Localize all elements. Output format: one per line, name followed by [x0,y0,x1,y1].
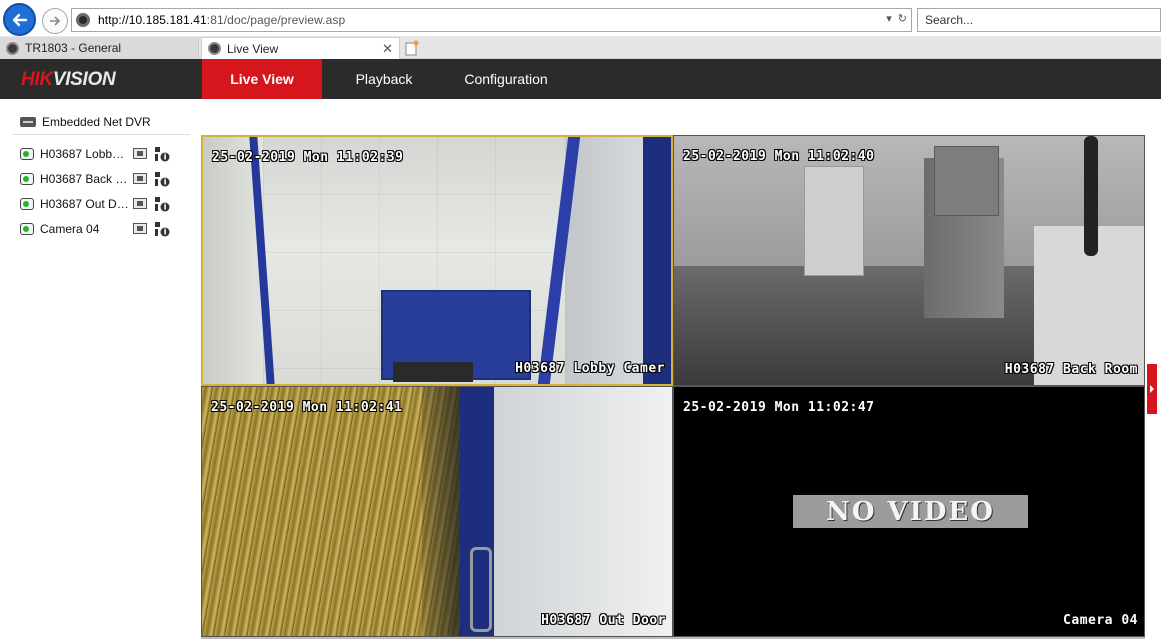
grid-bottom-divider [201,637,1145,639]
panel-toggle-handle[interactable] [1147,364,1157,414]
stream-info-icon[interactable] [154,196,170,212]
record-icon[interactable] [133,223,147,234]
camera-icon [20,147,34,160]
search-input[interactable]: Search... [917,8,1161,32]
video-tile-back-room[interactable]: 25-02-2019 Mon 11:02:40 H03687 Back Room [673,135,1145,386]
camera-icon [20,172,34,185]
live-view-grid: 25-02-2019 Mon 11:02:39 H03687 Lobby Cam… [201,135,1145,637]
close-icon[interactable]: ✕ [382,41,393,57]
new-tab-button[interactable] [402,38,422,58]
browser-tab-bar: TR1803 - General Live View ✕ [0,36,1161,59]
back-button[interactable] [3,3,36,36]
camera-label: H03687 Out Door [40,196,130,211]
tab-live-view[interactable]: Live View ✕ [201,37,400,59]
new-tab-icon [405,40,419,56]
video-tile-out-door[interactable]: 25-02-2019 Mon 11:02:41 H03687 Out Door [201,386,673,637]
site-favicon-icon [76,13,90,27]
camera-label: Camera 04 [40,221,100,236]
record-icon[interactable] [133,198,147,209]
browser-address-bar: http://10.185.181.41:81/doc/page/preview… [0,0,1161,36]
hikvision-logo: HIKVISION [21,69,116,90]
refresh-icon[interactable]: ↻ [898,12,907,25]
app-header: HIKVISION Live View Playback Configurati… [0,59,1161,99]
back-room-camera-feed [674,136,1144,385]
video-tile-lobby[interactable]: 25-02-2019 Mon 11:02:39 H03687 Lobby Cam… [201,135,673,386]
tab-label: Live View [227,41,279,56]
nav-configuration[interactable]: Configuration [452,59,560,99]
url-input[interactable]: http://10.185.181.41:81/doc/page/preview… [71,8,912,32]
video-timestamp: 25-02-2019 Mon 11:02:40 [683,149,875,164]
video-camera-name: Camera 04 [1063,613,1138,628]
video-camera-name: H03687 Back Room [1004,362,1138,377]
arrow-right-icon [50,16,61,26]
video-timestamp: 25-02-2019 Mon 11:02:39 [212,150,404,165]
tab-label: TR1803 - General [25,41,122,55]
url-host: http://10.185.181.41 [98,13,207,27]
device-node[interactable]: Embedded Net DVR [12,109,190,135]
nav-live-view[interactable]: Live View [202,59,322,99]
stream-info-icon[interactable] [154,221,170,237]
stream-info-icon[interactable] [154,146,170,162]
search-placeholder: Search... [925,13,974,27]
camera-label: H03687 Back Room [40,171,130,186]
camera-sidebar: Embedded Net DVR H03687 Lobby Camera H03… [0,99,200,644]
camera-list: H03687 Lobby Camera H03687 Back Room H03… [20,141,180,241]
record-icon[interactable] [133,173,147,184]
dropdown-icon[interactable]: ▾ [886,12,892,25]
arrow-left-icon [12,13,27,26]
out-door-camera-feed [202,387,672,636]
forward-button[interactable] [42,8,68,34]
lobby-camera-feed [203,137,671,384]
video-timestamp: 25-02-2019 Mon 11:02:41 [211,400,403,415]
camera-item[interactable]: Camera 04 [20,216,180,241]
dvr-icon [20,116,36,127]
device-label: Embedded Net DVR [42,114,151,129]
tab-general[interactable]: TR1803 - General [0,37,199,59]
camera-icon [20,222,34,235]
camera-label: H03687 Lobby Camera [40,146,130,161]
camera-item[interactable]: H03687 Out Door [20,191,180,216]
record-icon[interactable] [133,148,147,159]
camera-item[interactable]: H03687 Back Room [20,166,180,191]
video-camera-name: H03687 Lobby Camer [515,361,665,376]
stream-info-icon[interactable] [154,171,170,187]
video-timestamp: 25-02-2019 Mon 11:02:47 [683,400,875,415]
camera-favicon-icon [6,41,19,55]
video-tile-camera-04[interactable]: 25-02-2019 Mon 11:02:47 NO VIDEO Camera … [673,386,1145,637]
site-favicon-icon [208,42,221,55]
nav-playback[interactable]: Playback [340,59,428,99]
url-path: :81/doc/page/preview.asp [206,13,346,27]
video-camera-name: H03687 Out Door [541,613,666,628]
camera-item[interactable]: H03687 Lobby Camera [20,141,180,166]
camera-icon [20,197,34,210]
no-video-banner: NO VIDEO [793,495,1028,528]
